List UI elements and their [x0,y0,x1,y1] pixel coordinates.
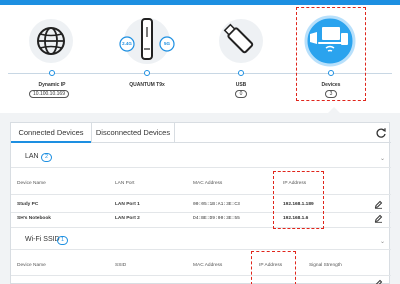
internet-ip-pill: 10.100.10.169 [29,90,69,98]
lan-port: LAN Port 2 [115,216,140,221]
band-24g-label: 2.4G [122,41,132,46]
lan-section-title: LAN [25,153,39,160]
device-name: SH's Notebook [17,216,51,221]
router-icon [119,18,175,64]
lan-col-mac-address: MAC Address [193,181,223,186]
lan-col-lan-port: LAN Port [115,181,135,186]
divider [11,167,391,168]
tab-connected-devices[interactable]: Connected Devices [11,123,91,143]
globe-icon [29,19,73,63]
lan-ip-highlight-box [273,171,324,229]
divider [11,227,391,228]
internet-dot [49,70,55,76]
device-name: Study PC [17,202,39,207]
wifi-col-device-name: Device Name [17,263,46,268]
divider [11,275,391,276]
devices-card: Connected Devices Disconnected Devices L… [10,122,391,284]
mac-address: D4:BE:D9:00:3E:55 [193,216,240,221]
internet-label: Dynamic IP [38,82,66,88]
lan-port: LAN Port 1 [115,202,140,207]
wifi-col-ssid: SSID [115,263,127,268]
usb-drive-icon [219,19,263,63]
lan-col-device-name: Device Name [17,181,46,186]
usb-dot [238,70,244,76]
divider [11,194,391,195]
tab-divider [174,123,175,143]
band-5g-label: 5G [163,41,170,46]
divider [11,249,391,250]
wifi-count-badge: 1 [57,236,68,245]
usb-label: USB [235,82,247,88]
wifi-section-title: Wi-Fi SSID [25,236,60,243]
wifi-col-mac-address: MAC Address [193,263,223,268]
usb-count-pill: 0 [235,90,247,98]
wifi-col-signal-strength: Signal Strength [309,263,342,268]
lan-count-badge: 2 [41,153,52,162]
chevron-down-icon[interactable]: ⌄ [380,238,385,245]
devices-highlight-box [296,7,366,101]
edit-pencil-icon[interactable] [374,214,383,223]
tab-disconnected-devices[interactable]: Disconnected Devices [92,123,174,143]
edit-pencil-icon[interactable] [374,200,383,209]
selected-node-pointer [328,107,340,113]
edit-pencil-icon[interactable] [374,279,383,284]
chevron-down-icon[interactable]: ⌄ [380,155,385,162]
router-dot [144,70,150,76]
divider [11,212,391,213]
router-label: QUANTUM T9x [129,82,165,88]
wifi-ip-highlight-box [251,251,296,284]
refresh-icon[interactable] [375,127,387,139]
device-tabs: Connected Devices Disconnected Devices [11,123,391,143]
mac-address: 00:05:1B:A1:3E:C3 [193,202,240,207]
